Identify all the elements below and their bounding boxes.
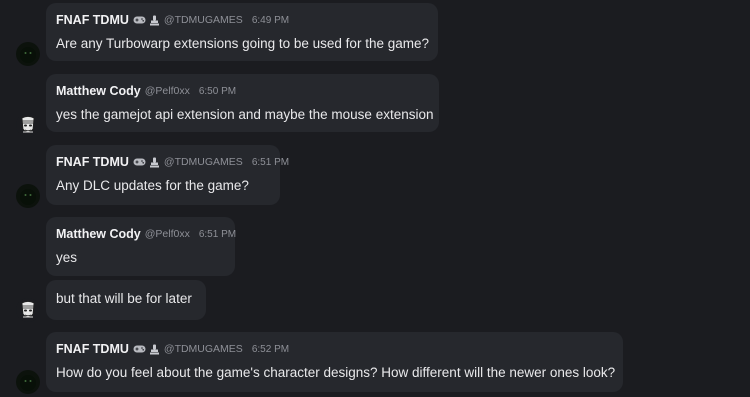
message-header: FNAF TDMU @TDMUGAMES 6:51 PM bbox=[56, 155, 289, 169]
puppet-face-avatar-icon bbox=[16, 298, 40, 322]
message-timestamp: 6:51 PM bbox=[251, 156, 290, 168]
author-handle: @TDMUGAMES bbox=[163, 343, 243, 355]
avatar-matthew-cody[interactable] bbox=[16, 298, 40, 322]
message-timestamp: 6:50 PM bbox=[198, 85, 237, 97]
user-badges bbox=[133, 343, 160, 355]
author-name[interactable]: FNAF TDMU bbox=[56, 155, 129, 169]
message-bubble-continuation: but that will be for later bbox=[46, 280, 206, 320]
user-badges bbox=[133, 14, 160, 26]
message-bubble: FNAF TDMU @TDMUGAMES 6:49 PM Are any Tur… bbox=[46, 3, 438, 61]
message-timestamp: 6:49 PM bbox=[251, 14, 290, 26]
message-timestamp: 6:51 PM bbox=[198, 228, 237, 240]
author-name[interactable]: FNAF TDMU bbox=[56, 13, 129, 27]
figure-icon bbox=[149, 344, 159, 354]
chat-log: FNAF TDMU @TDMUGAMES 6:49 PM Are any Tur… bbox=[0, 0, 750, 397]
puppet-face-avatar-icon bbox=[16, 113, 40, 137]
message-text: How do you feel about the game's charact… bbox=[56, 365, 616, 380]
message-header: FNAF TDMU @TDMUGAMES 6:52 PM bbox=[56, 342, 289, 356]
avatar-fnaf-tdmu[interactable] bbox=[16, 370, 40, 394]
gamepad-icon bbox=[133, 345, 146, 353]
message-bubble: Matthew Cody @Pelf0xx 6:50 PM yes the ga… bbox=[46, 74, 439, 132]
author-handle: @Pelf0xx bbox=[144, 85, 190, 97]
message-text: but that will be for later bbox=[56, 291, 192, 306]
author-name[interactable]: Matthew Cody bbox=[56, 84, 141, 98]
message-text: Any DLC updates for the game? bbox=[56, 178, 249, 193]
avatar-fnaf-tdmu[interactable] bbox=[16, 184, 40, 208]
author-name[interactable]: Matthew Cody bbox=[56, 227, 141, 241]
message-text: yes the gamejot api extension and maybe … bbox=[56, 107, 434, 122]
message-text: yes bbox=[56, 250, 78, 265]
gamepad-icon bbox=[133, 16, 146, 24]
gamepad-icon bbox=[133, 158, 146, 166]
message-header: Matthew Cody @Pelf0xx 6:51 PM bbox=[56, 227, 236, 241]
shadow-figure-avatar-icon bbox=[16, 42, 40, 66]
avatar-fnaf-tdmu[interactable] bbox=[16, 42, 40, 66]
user-badges bbox=[133, 156, 160, 168]
message-header: FNAF TDMU @TDMUGAMES 6:49 PM bbox=[56, 13, 289, 27]
message-timestamp: 6:52 PM bbox=[251, 343, 290, 355]
author-name[interactable]: FNAF TDMU bbox=[56, 342, 129, 356]
message-bubble: Matthew Cody @Pelf0xx 6:51 PM yes bbox=[46, 217, 236, 276]
figure-icon bbox=[149, 157, 159, 167]
message-text: Are any Turbowarp extensions going to be… bbox=[56, 36, 429, 51]
message-bubble: FNAF TDMU @TDMUGAMES 6:51 PM Any DLC upd… bbox=[46, 145, 289, 205]
shadow-figure-avatar-icon bbox=[16, 184, 40, 208]
avatar-matthew-cody[interactable] bbox=[16, 113, 40, 137]
author-handle: @Pelf0xx bbox=[144, 228, 190, 240]
author-handle: @TDMUGAMES bbox=[163, 14, 243, 26]
shadow-figure-avatar-icon bbox=[16, 370, 40, 394]
figure-icon bbox=[149, 15, 159, 25]
message-header: Matthew Cody @Pelf0xx 6:50 PM bbox=[56, 84, 236, 98]
author-handle: @TDMUGAMES bbox=[163, 156, 243, 168]
message-bubble: FNAF TDMU @TDMUGAMES 6:52 PM How do you … bbox=[46, 332, 623, 392]
